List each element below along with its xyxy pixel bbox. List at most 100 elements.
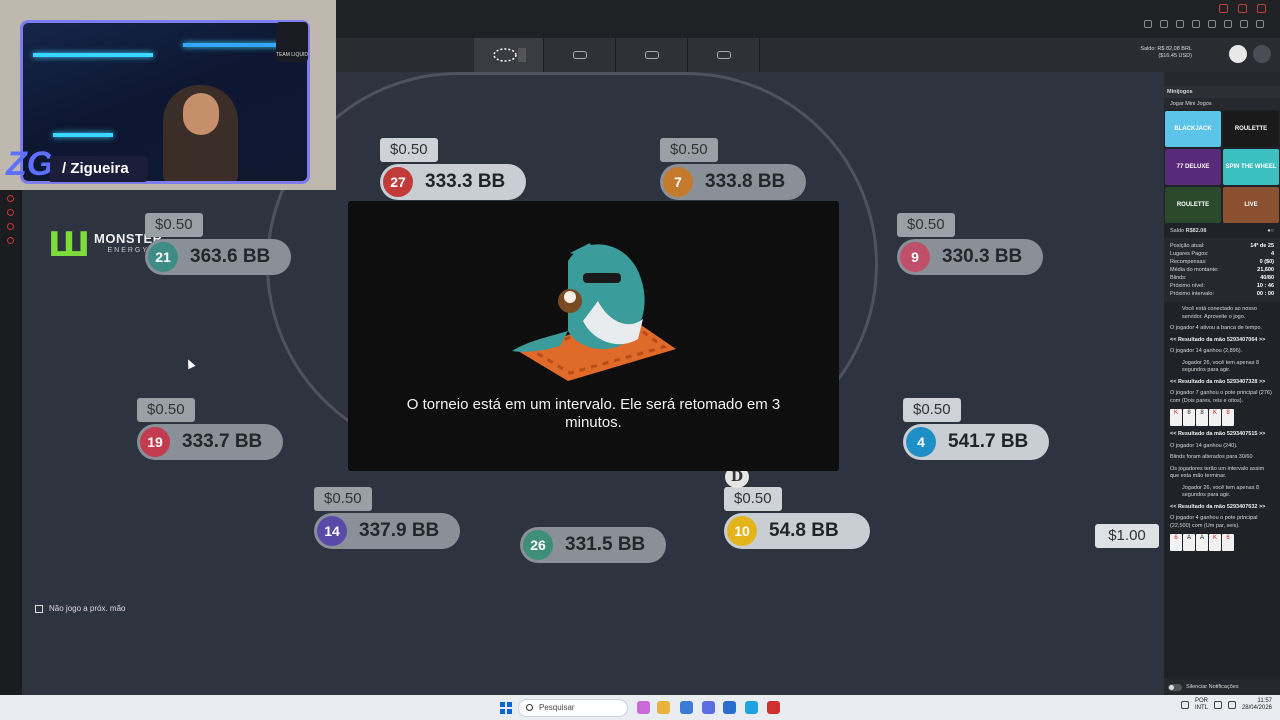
- tournament-stats: Posição atual: 14º de 25 Lugares Pagos: 4 …: [1164, 238, 1280, 302]
- wifi-icon[interactable]: [1213, 701, 1222, 709]
- minigames-grid: BLACKJACK ROULETTE 77 DELUXE SPIN THE WH…: [1164, 110, 1280, 224]
- stat-row: Média do montante: 21,600: [1170, 267, 1274, 273]
- tab-add-table-1[interactable]: [544, 38, 616, 72]
- table-thumbnail-icon: [492, 48, 526, 62]
- stat-row: Posição atual: 14º de 25: [1170, 243, 1274, 249]
- system-tray: POR INTL 11:57 28/04/2026: [1180, 698, 1272, 712]
- chat-message: O jogador 4 ganhou o pote principal (22,…: [1170, 515, 1258, 529]
- playing-card: 8: [1183, 409, 1195, 426]
- taskbar-app-icon[interactable]: [702, 701, 715, 714]
- player-pill: 21 363.6 BB: [145, 239, 291, 275]
- player-pill: 14 337.9 BB: [314, 513, 460, 549]
- stat-row: Recompensas: 0 ($0): [1170, 259, 1274, 265]
- notifications-toggle-row: Silenciar Notificações: [1164, 679, 1280, 695]
- folder-icon[interactable]: [657, 701, 670, 714]
- tab-add-table-3[interactable]: [688, 38, 760, 72]
- game-blackjack[interactable]: BLACKJACK: [1165, 111, 1221, 147]
- extension-icon[interactable]: [1176, 20, 1184, 28]
- webcam-overlay: TEAM LIQUID ZG / Zigueira: [0, 0, 336, 190]
- bookmark-icon[interactable]: [1144, 20, 1152, 28]
- player-bet: $0.50: [897, 213, 955, 237]
- streamer-head: [183, 93, 219, 135]
- team-badge: TEAM LIQUID: [276, 22, 308, 62]
- close-icon[interactable]: [1257, 4, 1266, 13]
- taskbar-app-icon[interactable]: [723, 701, 736, 714]
- playing-card: K: [1209, 534, 1221, 551]
- poker-app-icon[interactable]: [767, 701, 780, 714]
- cashier-button[interactable]: [1229, 45, 1247, 63]
- search-icon: [526, 704, 533, 711]
- taskbar-app-icon[interactable]: [637, 701, 650, 714]
- play-icon[interactable]: [1192, 20, 1200, 28]
- shark-mascot-icon: [512, 243, 676, 381]
- game-live[interactable]: LIVE: [1223, 187, 1279, 223]
- maximize-icon[interactable]: [1238, 4, 1247, 13]
- mute-notifications-toggle[interactable]: [1168, 683, 1182, 691]
- add-table-icon: [644, 51, 659, 59]
- balance-usd: ($16.45 USD): [1158, 53, 1192, 59]
- player-bet: $0.50: [137, 398, 195, 422]
- browser-extension-icons: [1144, 20, 1264, 28]
- player-bet: $0.50: [145, 213, 203, 237]
- menu-button[interactable]: [1253, 45, 1271, 63]
- player-pill: 9 330.3 BB: [897, 239, 1043, 275]
- chat-message: Blinds foram alterados para 30/60: [1170, 454, 1253, 460]
- tab-add-table-2[interactable]: [616, 38, 688, 72]
- sidebar-icon[interactable]: [7, 195, 14, 202]
- mail-icon[interactable]: [680, 701, 693, 714]
- player-bet: $0.50: [660, 138, 718, 162]
- chat-message: O jogador 14 ganhou (240).: [1170, 442, 1238, 449]
- browser-icon[interactable]: [745, 701, 758, 714]
- settings-icon[interactable]: [1240, 20, 1248, 28]
- account-balance: Saldo: R$ 82,08 BRL ($16.45 USD): [1140, 46, 1192, 60]
- game-spin-the-wheel[interactable]: SPIN THE WHEEL: [1223, 149, 1279, 185]
- chat-hand-header: << Resultado da mão 5293407632 >>: [1170, 503, 1266, 510]
- player-stack: 330.3 BB: [942, 246, 1023, 267]
- player-stack: 331.5 BB: [565, 534, 646, 555]
- panel-subtitle[interactable]: Jogar Mini Jogos: [1164, 98, 1280, 110]
- player-number: 26: [523, 530, 553, 560]
- heart-icon[interactable]: [1208, 20, 1216, 28]
- download-icon[interactable]: [1160, 20, 1168, 28]
- playing-card: 6: [1170, 534, 1182, 551]
- sidebar-icon[interactable]: [7, 237, 14, 244]
- left-sidebar: [0, 190, 22, 695]
- break-modal: O torneio está em um intervalo. Ele será…: [348, 201, 839, 471]
- player-pill: 10 54.8 BB: [724, 513, 870, 549]
- game-roulette-classic[interactable]: ROULETTE: [1223, 111, 1279, 147]
- language-indicator[interactable]: POR INTL: [1195, 698, 1208, 712]
- playing-card: A: [1183, 534, 1195, 551]
- game-77-deluxe[interactable]: 77 DELUXE: [1165, 149, 1221, 185]
- ai-icon[interactable]: [1256, 20, 1264, 28]
- sitout-checkbox[interactable]: [35, 604, 43, 613]
- volume-icon[interactable]: [1227, 701, 1236, 709]
- chat-hand-header: << Resultado da mão 5293407515 >>: [1170, 431, 1266, 437]
- player-number: 4: [906, 427, 936, 457]
- chat-icon[interactable]: [1224, 20, 1232, 28]
- player-number: 10: [727, 516, 757, 546]
- tab-current-table[interactable]: [474, 38, 544, 72]
- windows-start-icon[interactable]: [500, 702, 512, 714]
- player-number: 19: [140, 427, 170, 457]
- minimize-icon[interactable]: [1219, 4, 1228, 13]
- add-table-icon: [572, 51, 587, 59]
- clock[interactable]: 11:57 28/04/2026: [1242, 698, 1272, 712]
- dealer-chat: Você está conectado ao nosso servidor. A…: [1164, 302, 1280, 560]
- right-panel: Minijogos Jogar Mini Jogos BLACKJACK ROU…: [1164, 72, 1280, 695]
- sidebar-icon[interactable]: [7, 209, 14, 216]
- balance-brl: Saldo: R$ 82,08 BRL: [1140, 46, 1192, 52]
- chat-message: Jogador 26, você tem apenas 8 segundos p…: [1182, 359, 1260, 374]
- sidebar-icon[interactable]: [7, 223, 14, 230]
- chevron-up-icon[interactable]: [1180, 701, 1189, 709]
- taskbar-search[interactable]: Pesquisar: [518, 699, 628, 717]
- carousel-next-icon[interactable]: ●○: [1267, 228, 1274, 234]
- screen: Saldo: R$ 82,08 BRL ($16.45 USD) Ш MONST…: [0, 0, 1280, 720]
- player-stack: 541.7 BB: [948, 431, 1029, 452]
- sitout-next-hand[interactable]: Não jogo a próx. mão: [35, 604, 126, 613]
- playing-card: 8: [1196, 409, 1208, 426]
- playing-card: K: [1170, 409, 1182, 426]
- zg-logo: ZG: [6, 145, 54, 183]
- chat-message: Jogador 26, você tem apenas 8 segundos p…: [1182, 484, 1260, 499]
- game-roulette[interactable]: ROULETTE: [1165, 187, 1221, 223]
- player-stack: 333.8 BB: [705, 171, 786, 192]
